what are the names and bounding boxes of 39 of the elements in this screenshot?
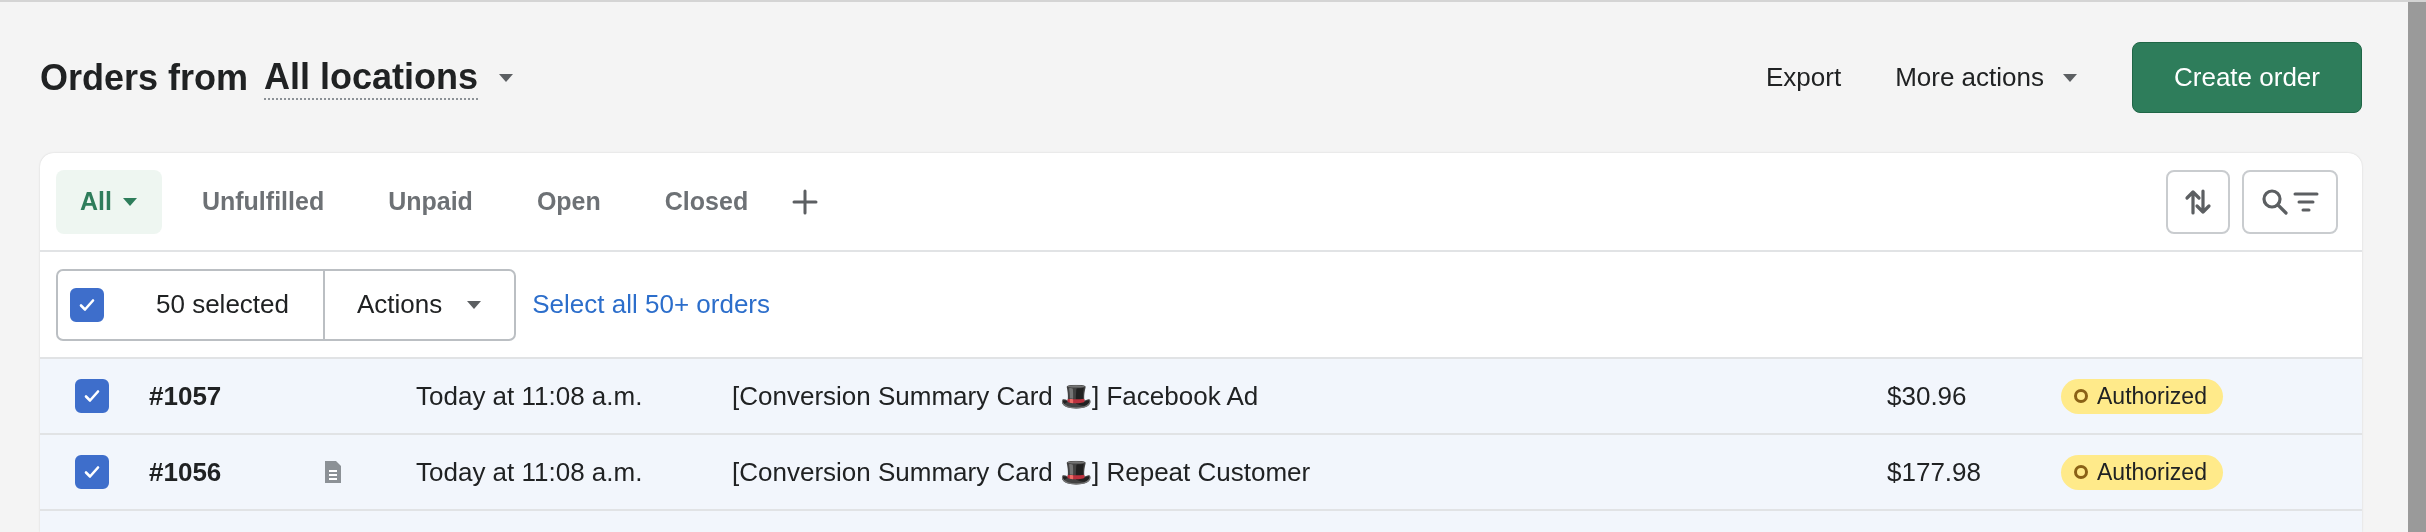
add-tab-icon[interactable] — [792, 188, 819, 215]
payment-status-badge: Authorized — [2061, 378, 2223, 414]
caret-icon — [121, 196, 138, 207]
export-button[interactable]: Export — [1766, 62, 1842, 93]
status-dot-icon — [2073, 388, 2089, 404]
filter-tab[interactable]: Unfulfilled — [177, 169, 349, 234]
search-filter-button[interactable] — [2242, 169, 2338, 234]
order-row[interactable]: #1057 Today at 11:08 a.m. [Conversion Summary Card 🎩] Facebook Ad $30.96 Authorized — [40, 359, 2362, 435]
caret-icon — [498, 72, 515, 83]
order-number: #1057 — [149, 380, 222, 411]
actions-dropdown[interactable]: Actions — [325, 270, 515, 339]
location-dropdown[interactable]: All locations — [264, 54, 515, 101]
row-checkbox[interactable] — [75, 455, 109, 489]
filter-tab[interactable]: Unpaid — [364, 169, 497, 234]
search-icon — [2261, 187, 2289, 216]
selected-count: 50 selected — [156, 289, 289, 320]
payment-status-badge: Authorized — [2061, 454, 2223, 490]
order-row[interactable]: #1056 Today at 11:08 a.m. [Conversion Summary Card 🎩] Repeat Customer $177.98 Authorized — [40, 435, 2362, 511]
select-all-link[interactable]: Select all 50+ orders — [532, 289, 770, 320]
caret-icon — [2062, 72, 2078, 83]
customer-name: [Conversion Summary Card 🎩] Repeat Customer — [732, 456, 1311, 487]
order-date: Today at 11:08 a.m. — [416, 456, 643, 487]
select-all-checkbox[interactable] — [70, 287, 104, 322]
page-title: Orders from — [40, 56, 249, 99]
row-checkbox[interactable] — [75, 379, 109, 413]
sort-button[interactable] — [2166, 169, 2230, 234]
filter-tab[interactable]: Open — [512, 169, 625, 234]
more-actions-button[interactable]: More actions — [1895, 62, 2078, 93]
order-date: Today at 11:08 a.m. — [416, 380, 643, 411]
status-dot-icon — [2073, 464, 2089, 480]
order-number: #1056 — [149, 456, 222, 487]
filter-icon — [2293, 190, 2319, 213]
customer-name: [Conversion Summary Card 🎩] Facebook Ad — [732, 380, 1259, 411]
order-total: $30.96 — [1887, 380, 1967, 411]
filter-tab[interactable]: All — [56, 169, 162, 234]
caret-icon — [466, 299, 483, 310]
filter-tab[interactable]: Closed — [640, 169, 773, 234]
create-order-button[interactable]: Create order — [2132, 42, 2362, 113]
order-total: $177.98 — [1887, 456, 1981, 487]
